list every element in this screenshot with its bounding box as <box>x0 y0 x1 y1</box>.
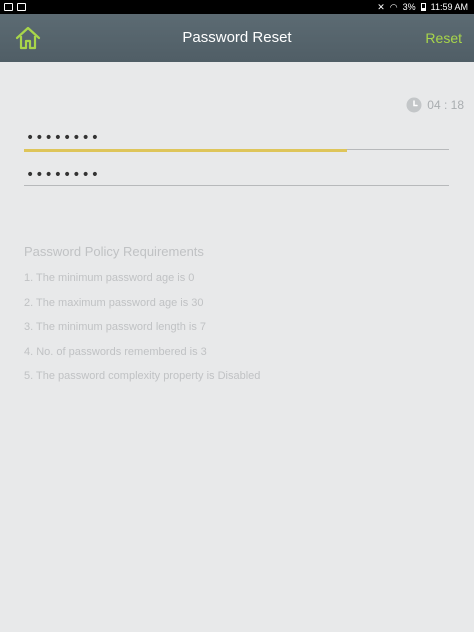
status-right: ✕ ◠ 3% 11:59 AM <box>377 0 468 14</box>
password-strength-bar <box>24 149 449 152</box>
home-button[interactable] <box>14 25 42 51</box>
policy-item: 5. The password complexity property is D… <box>24 370 261 382</box>
clock-time: 11:59 AM <box>430 2 468 12</box>
home-icon <box>15 26 41 50</box>
confirm-password-field[interactable] <box>24 164 449 186</box>
wifi-icon: ◠ <box>389 2 398 12</box>
status-left <box>4 0 26 14</box>
password-strength-fill <box>24 149 347 152</box>
policy-item: 2. The maximum password age is 30 <box>24 296 204 309</box>
confirm-password-underline <box>24 185 449 186</box>
status-bar: ✕ ◠ 3% 11:59 AM <box>0 0 474 14</box>
edit-notification-icon <box>17 3 26 11</box>
policy-item: 4. No. of passwords remembered is 3 <box>24 345 207 358</box>
battery-percent: 3% <box>402 2 416 12</box>
new-password-field[interactable] <box>24 127 449 149</box>
battery-icon <box>420 3 426 11</box>
timer-value: 04 : 18 <box>427 98 464 112</box>
gallery-notification-icon <box>4 3 13 11</box>
toolbar: Password Reset Reset <box>0 14 474 62</box>
password-policy: Password Policy Requirements 1. The mini… <box>24 244 260 395</box>
policy-title: Password Policy Requirements <box>24 244 204 259</box>
clock-icon <box>406 97 422 113</box>
page-title: Password Reset <box>182 29 292 46</box>
mute-icon: ✕ <box>377 2 385 12</box>
reset-button[interactable]: Reset <box>425 14 462 62</box>
policy-item: 3. The minimum password length is 7 <box>24 321 206 333</box>
countdown-timer: 04 : 18 <box>406 97 464 113</box>
policy-item: 1. The minimum password age is 0 <box>24 272 195 284</box>
